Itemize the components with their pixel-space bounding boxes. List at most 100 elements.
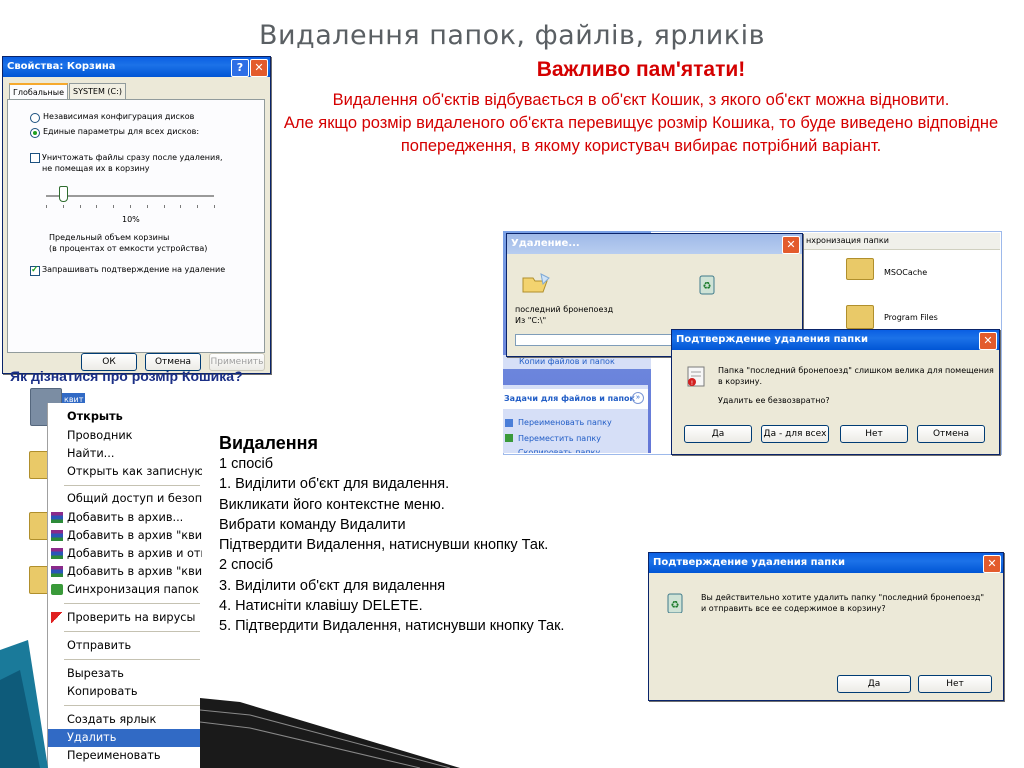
svg-text:♻: ♻ [703, 281, 712, 292]
slider-tick [146, 205, 148, 208]
sync-icon [51, 584, 63, 595]
bin-size-question: Як дізнатися про розмір Кошика? [10, 368, 243, 384]
antivirus-icon [51, 612, 63, 623]
yes-button[interactable]: Да [837, 675, 911, 693]
yes-to-all-button[interactable]: Да - для всех [761, 425, 829, 443]
help-button[interactable]: ? [231, 59, 249, 77]
slider-tick [163, 205, 165, 208]
slider-tick [214, 205, 215, 208]
winrar-icon [51, 548, 63, 559]
close-button[interactable]: ✕ [979, 332, 997, 350]
folder-warning-icon: ! [687, 366, 705, 387]
partial-task-row: Копии файлов и папок [503, 355, 651, 369]
confirm-small-message-line-1: Вы действительно хотите удалить папку "п… [701, 593, 985, 602]
folder-icon[interactable] [29, 566, 49, 594]
confirm-delete-to-bin-dialog: Подтверждение удаления папки ✕ ♻ Вы дейс… [648, 552, 1004, 701]
task-move-folder[interactable]: Переместить папку [518, 434, 601, 443]
menu-item-add-to-named-archive[interactable]: Добавить в архив "квит. [48, 527, 202, 545]
close-button[interactable]: ✕ [782, 236, 800, 254]
folder-program-files-label[interactable]: Program Files [884, 313, 938, 322]
deleting-title: Удаление... [511, 238, 580, 249]
slider-ticks [46, 205, 215, 209]
menu-item-find[interactable]: Найти... [48, 445, 202, 463]
partial-task-label[interactable]: Копии файлов и папок [519, 357, 615, 366]
independent-config-radio[interactable] [30, 113, 40, 123]
explorer-toolbar: нхронизация папки [802, 233, 1000, 250]
folder-icon[interactable] [29, 451, 49, 479]
close-button[interactable]: ✕ [983, 555, 1001, 573]
important-text: Видалення об'єктів відбувається в об'єкт… [258, 89, 1024, 158]
important-text-line-1: Видалення об'єктів відбувається в об'єкт… [332, 91, 950, 109]
decorative-sweep [0, 640, 460, 768]
important-heading: Важливо пам'ятати! [536, 58, 746, 81]
menu-separator [64, 485, 200, 486]
menu-item-explorer[interactable]: Проводник [48, 427, 202, 445]
confirm-small-title: Подтверждение удаления папки [653, 557, 845, 568]
menu-item-label: Проверить на вирусы [67, 611, 196, 624]
slider-tick [62, 205, 64, 208]
no-button[interactable]: Нет [918, 675, 992, 693]
collapse-icon[interactable]: » [632, 392, 644, 404]
destroy-label-line-2: не помещая их в корзину [42, 164, 150, 173]
slider-tick [130, 205, 131, 208]
file-tasks-header[interactable]: Задачи для файлов и папок » [503, 389, 648, 409]
confirm-small-message-line-2: и отправить все ее содержимое в корзину? [701, 604, 886, 613]
no-button[interactable]: Нет [840, 425, 908, 443]
confirm-delete-checkbox[interactable] [30, 264, 40, 276]
menu-separator [64, 631, 200, 632]
close-button[interactable]: ✕ [250, 59, 268, 77]
slider-value: 10% [122, 215, 140, 224]
confirm-small-message: Вы действительно хотите удалить папку "п… [701, 592, 984, 614]
menu-item-scan-virus[interactable]: Проверить на вирусы [48, 609, 202, 627]
max-size-label: Предельный объем корзины (в процентах от… [49, 232, 207, 254]
menu-item-open[interactable]: Открыть [48, 408, 202, 426]
black-sweep [200, 698, 460, 768]
slide-title: Видалення папок, файлів, ярликів [258, 20, 766, 51]
global-tab-panel: Независимая конфигурация дисков Единые п… [7, 99, 265, 353]
menu-item-label: Добавить в архив "квит. [67, 565, 202, 578]
menu-item-sharing[interactable]: Общий доступ и безопас [48, 490, 202, 508]
bin-size-slider-thumb[interactable] [58, 186, 68, 202]
max-size-line-1: Предельный объем корзины [49, 233, 170, 242]
step-line: 4. Натисніти клавішу DELETE. [219, 598, 423, 615]
confirm-delete-label: Запрашивать подтверждение на удаление [42, 265, 226, 274]
tab-system-c[interactable]: SYSTEM (C:) [69, 83, 126, 100]
step-line: 3. Виділити об'єкт для видалення [219, 577, 446, 594]
deleting-title-bar: Удаление... ✕ [507, 234, 802, 254]
folder-msocache-label[interactable]: MSOCache [884, 268, 927, 277]
folder-icon[interactable] [846, 258, 874, 280]
confirm-big-title: Подтверждение удаления папки [676, 334, 868, 345]
folder-icon[interactable] [29, 512, 49, 540]
single-settings-radio[interactable] [30, 128, 40, 138]
winrar-icon [51, 512, 63, 523]
recycle-bin-properties-window: Свойства: Корзина ? ✕ Глобальные SYSTEM … [2, 56, 271, 374]
menu-item-open-as-notebook[interactable]: Открыть как записную к [48, 463, 202, 481]
folder-icon[interactable] [846, 305, 874, 329]
step-line: Підтвердити Видалення, натиснувши кнопку… [219, 537, 549, 554]
step-line: 5. Підтвердити Видалення, натиснувши кно… [219, 618, 565, 635]
task-rename-folder[interactable]: Переименовать папку [518, 418, 612, 427]
confirm-big-message-line-1: Папка "последний бронепоезд" слишком вел… [718, 366, 994, 375]
yes-button[interactable]: Да [684, 425, 752, 443]
move-icon [505, 434, 513, 442]
cancel-button[interactable]: Отмена [917, 425, 985, 443]
recycle-bin-icon: ♻ [699, 275, 715, 295]
destroy-label-line-1: Уничтожать файлы сразу после удаления, [42, 153, 223, 162]
task-copy-folder[interactable]: Скопировать папку [518, 448, 600, 453]
destroy-immediately-label: Уничтожать файлы сразу после удаления, н… [42, 152, 223, 174]
slider-tick [113, 205, 115, 208]
menu-item-add-to-named-archive-2[interactable]: Добавить в архив "квит. [48, 563, 202, 581]
menu-item-label: Добавить в архив и отпр [67, 547, 202, 560]
confirm-big-message: Папка "последний бронепоезд" слишком вел… [718, 365, 994, 387]
deleting-from-path: Из "C:\" [515, 316, 547, 325]
menu-item-sync-folders[interactable]: Синхронизация папок Gr [48, 581, 202, 599]
menu-item-add-to-archive[interactable]: Добавить в архив... [48, 509, 202, 527]
slider-tick [79, 205, 81, 208]
svg-text:!: ! [691, 380, 693, 387]
delete-steps: Видалення 1 спосіб 1. Виділити об'єкт дл… [219, 432, 639, 637]
menu-item-archive-and-send[interactable]: Добавить в архив и отпр [48, 545, 202, 563]
step-line: Викликати його контекстне меню. [219, 496, 445, 513]
slider-tick [46, 205, 47, 208]
destroy-immediately-checkbox[interactable] [30, 153, 40, 163]
bin-size-slider-track[interactable] [46, 195, 214, 197]
